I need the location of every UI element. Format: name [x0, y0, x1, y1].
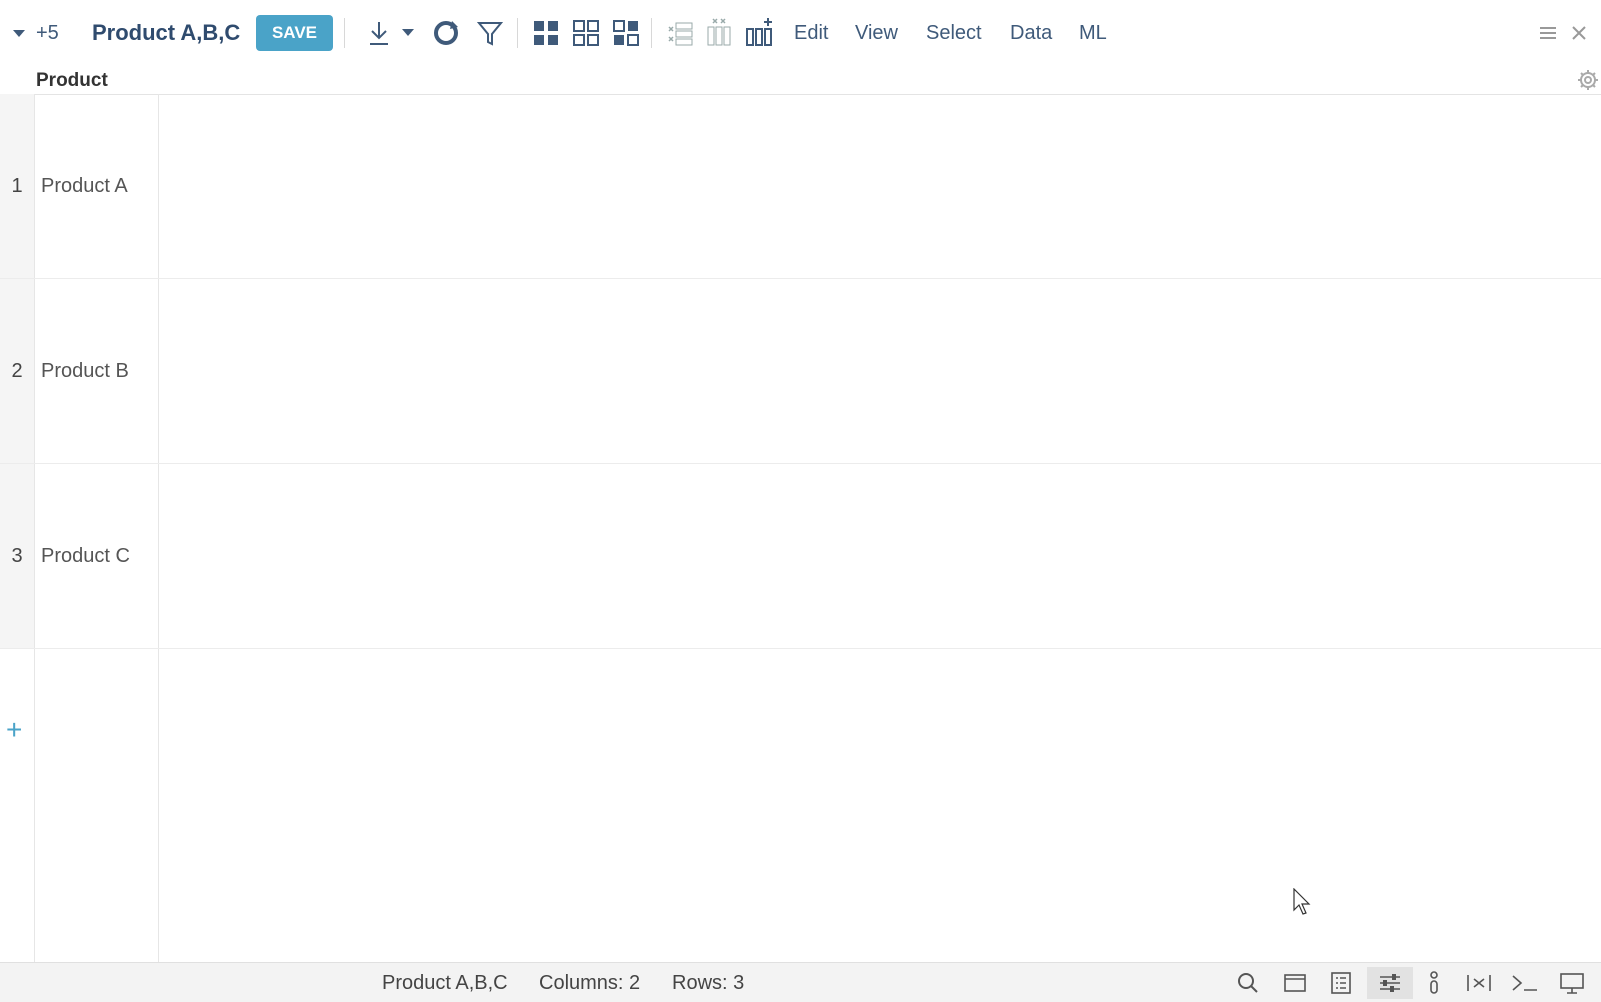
- menu-ml[interactable]: ML: [1079, 22, 1107, 45]
- mouse-cursor-icon: [1293, 887, 1313, 921]
- grid-layout-outline-icon[interactable]: [572, 19, 600, 47]
- info-icon[interactable]: [1414, 967, 1454, 999]
- presentation-icon[interactable]: [1552, 967, 1592, 999]
- hamburger-menu-icon[interactable]: [1537, 23, 1559, 43]
- window-icon[interactable]: [1275, 967, 1315, 999]
- data-grid: 1 Product A 2 Product B 3 Product C +: [0, 94, 1601, 962]
- properties-icon[interactable]: [1321, 967, 1361, 999]
- menu-edit[interactable]: Edit: [794, 22, 828, 45]
- row-number[interactable]: 3: [0, 464, 35, 648]
- views-dropdown[interactable]: +5: [12, 20, 59, 46]
- refresh-icon[interactable]: [432, 19, 460, 47]
- table-cell[interactable]: Product C: [35, 464, 159, 648]
- row-number[interactable]: 1: [0, 94, 35, 278]
- status-columns: Columns: 2: [539, 972, 641, 994]
- status-rows: Rows: 3: [672, 972, 745, 994]
- caret-down-icon: [13, 30, 25, 37]
- delete-rows-icon[interactable]: [666, 19, 694, 47]
- view-count: +5: [36, 21, 59, 44]
- grid-layout-filled-icon[interactable]: [532, 19, 560, 47]
- sliders-icon[interactable]: [1367, 967, 1413, 999]
- table-title[interactable]: Product A,B,C: [92, 20, 240, 46]
- filter-icon[interactable]: [476, 19, 504, 47]
- add-row-button[interactable]: +: [6, 714, 22, 746]
- grid-layout-mixed-icon[interactable]: [612, 19, 640, 47]
- table-cell[interactable]: Product B: [35, 279, 159, 463]
- column-header-product[interactable]: Product: [36, 70, 108, 92]
- delete-columns-icon[interactable]: [705, 17, 733, 47]
- row-number[interactable]: 2: [0, 279, 35, 463]
- menu-select[interactable]: Select: [926, 22, 982, 45]
- close-icon[interactable]: [1568, 22, 1590, 44]
- gear-icon[interactable]: [1576, 68, 1600, 92]
- status-bar: Product A,B,C Columns: 2 Rows: 3: [0, 962, 1601, 1002]
- search-icon[interactable]: [1228, 967, 1268, 999]
- table-cell[interactable]: Product A: [35, 94, 159, 278]
- status-table-name[interactable]: Product A,B,C: [382, 972, 508, 995]
- column-header-row: Product: [0, 66, 1601, 95]
- save-button[interactable]: SAVE: [256, 15, 333, 51]
- menu-view[interactable]: View: [855, 22, 898, 45]
- add-column-icon[interactable]: [744, 17, 774, 47]
- console-icon[interactable]: [1505, 967, 1545, 999]
- toolbar: +5 Product A,B,C SAVE Edit View Select D…: [0, 0, 1601, 66]
- download-options-icon[interactable]: [401, 25, 415, 39]
- download-icon[interactable]: [366, 19, 392, 47]
- variables-icon[interactable]: [1459, 967, 1499, 999]
- menu-data[interactable]: Data: [1010, 22, 1052, 45]
